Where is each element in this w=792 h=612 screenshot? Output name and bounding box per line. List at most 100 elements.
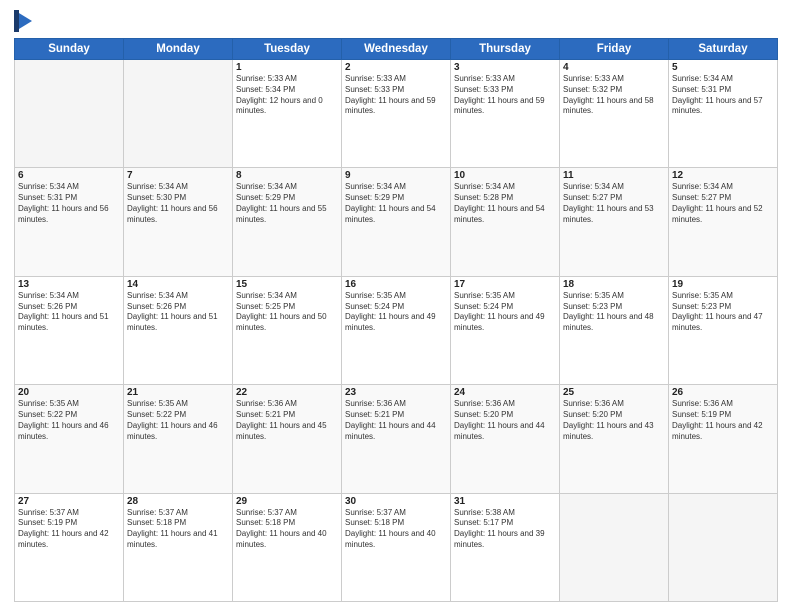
day-info: Sunrise: 5:37 AMSunset: 5:19 PMDaylight:… [18, 508, 120, 551]
week-row-1: 1Sunrise: 5:33 AMSunset: 5:34 PMDaylight… [15, 60, 778, 168]
day-number: 28 [127, 496, 229, 507]
day-number: 16 [345, 279, 447, 290]
calendar-table: SundayMondayTuesdayWednesdayThursdayFrid… [14, 38, 778, 602]
day-cell: 4Sunrise: 5:33 AMSunset: 5:32 PMDaylight… [560, 60, 669, 168]
day-number: 4 [563, 62, 665, 73]
day-number: 10 [454, 170, 556, 181]
day-info: Sunrise: 5:35 AMSunset: 5:22 PMDaylight:… [18, 399, 120, 442]
day-cell: 1Sunrise: 5:33 AMSunset: 5:34 PMDaylight… [233, 60, 342, 168]
day-cell: 23Sunrise: 5:36 AMSunset: 5:21 PMDayligh… [342, 385, 451, 493]
day-number: 27 [18, 496, 120, 507]
day-cell: 26Sunrise: 5:36 AMSunset: 5:19 PMDayligh… [669, 385, 778, 493]
day-cell: 14Sunrise: 5:34 AMSunset: 5:26 PMDayligh… [124, 276, 233, 384]
day-info: Sunrise: 5:34 AMSunset: 5:29 PMDaylight:… [345, 182, 447, 225]
day-cell [560, 493, 669, 601]
day-number: 6 [18, 170, 120, 181]
day-cell: 27Sunrise: 5:37 AMSunset: 5:19 PMDayligh… [15, 493, 124, 601]
calendar-header-row: SundayMondayTuesdayWednesdayThursdayFrid… [15, 39, 778, 60]
day-info: Sunrise: 5:34 AMSunset: 5:31 PMDaylight:… [18, 182, 120, 225]
day-number: 3 [454, 62, 556, 73]
day-info: Sunrise: 5:36 AMSunset: 5:20 PMDaylight:… [454, 399, 556, 442]
day-number: 20 [18, 387, 120, 398]
day-number: 18 [563, 279, 665, 290]
day-info: Sunrise: 5:34 AMSunset: 5:28 PMDaylight:… [454, 182, 556, 225]
day-info: Sunrise: 5:36 AMSunset: 5:20 PMDaylight:… [563, 399, 665, 442]
day-number: 11 [563, 170, 665, 181]
day-cell: 28Sunrise: 5:37 AMSunset: 5:18 PMDayligh… [124, 493, 233, 601]
page: SundayMondayTuesdayWednesdayThursdayFrid… [0, 0, 792, 612]
day-info: Sunrise: 5:33 AMSunset: 5:32 PMDaylight:… [563, 74, 665, 117]
day-cell: 31Sunrise: 5:38 AMSunset: 5:17 PMDayligh… [451, 493, 560, 601]
day-cell: 15Sunrise: 5:34 AMSunset: 5:25 PMDayligh… [233, 276, 342, 384]
day-info: Sunrise: 5:34 AMSunset: 5:27 PMDaylight:… [563, 182, 665, 225]
logo [14, 10, 37, 32]
day-info: Sunrise: 5:34 AMSunset: 5:27 PMDaylight:… [672, 182, 774, 225]
logo-icon [14, 10, 32, 32]
day-info: Sunrise: 5:36 AMSunset: 5:21 PMDaylight:… [345, 399, 447, 442]
day-info: Sunrise: 5:34 AMSunset: 5:30 PMDaylight:… [127, 182, 229, 225]
day-info: Sunrise: 5:34 AMSunset: 5:29 PMDaylight:… [236, 182, 338, 225]
day-cell [124, 60, 233, 168]
day-number: 14 [127, 279, 229, 290]
day-cell [15, 60, 124, 168]
day-info: Sunrise: 5:37 AMSunset: 5:18 PMDaylight:… [127, 508, 229, 551]
day-number: 19 [672, 279, 774, 290]
day-number: 22 [236, 387, 338, 398]
day-cell: 7Sunrise: 5:34 AMSunset: 5:30 PMDaylight… [124, 168, 233, 276]
day-cell: 8Sunrise: 5:34 AMSunset: 5:29 PMDaylight… [233, 168, 342, 276]
day-cell: 30Sunrise: 5:37 AMSunset: 5:18 PMDayligh… [342, 493, 451, 601]
day-number: 31 [454, 496, 556, 507]
day-cell: 29Sunrise: 5:37 AMSunset: 5:18 PMDayligh… [233, 493, 342, 601]
day-cell: 16Sunrise: 5:35 AMSunset: 5:24 PMDayligh… [342, 276, 451, 384]
day-info: Sunrise: 5:33 AMSunset: 5:33 PMDaylight:… [454, 74, 556, 117]
col-header-thursday: Thursday [451, 39, 560, 60]
day-number: 17 [454, 279, 556, 290]
day-info: Sunrise: 5:37 AMSunset: 5:18 PMDaylight:… [345, 508, 447, 551]
day-info: Sunrise: 5:37 AMSunset: 5:18 PMDaylight:… [236, 508, 338, 551]
day-cell: 9Sunrise: 5:34 AMSunset: 5:29 PMDaylight… [342, 168, 451, 276]
week-row-2: 6Sunrise: 5:34 AMSunset: 5:31 PMDaylight… [15, 168, 778, 276]
day-number: 15 [236, 279, 338, 290]
day-cell: 17Sunrise: 5:35 AMSunset: 5:24 PMDayligh… [451, 276, 560, 384]
col-header-saturday: Saturday [669, 39, 778, 60]
day-cell: 11Sunrise: 5:34 AMSunset: 5:27 PMDayligh… [560, 168, 669, 276]
day-cell: 12Sunrise: 5:34 AMSunset: 5:27 PMDayligh… [669, 168, 778, 276]
day-cell: 19Sunrise: 5:35 AMSunset: 5:23 PMDayligh… [669, 276, 778, 384]
day-info: Sunrise: 5:36 AMSunset: 5:19 PMDaylight:… [672, 399, 774, 442]
day-number: 23 [345, 387, 447, 398]
day-info: Sunrise: 5:33 AMSunset: 5:34 PMDaylight:… [236, 74, 338, 117]
day-info: Sunrise: 5:35 AMSunset: 5:22 PMDaylight:… [127, 399, 229, 442]
day-number: 26 [672, 387, 774, 398]
day-cell: 22Sunrise: 5:36 AMSunset: 5:21 PMDayligh… [233, 385, 342, 493]
col-header-monday: Monday [124, 39, 233, 60]
day-number: 25 [563, 387, 665, 398]
week-row-4: 20Sunrise: 5:35 AMSunset: 5:22 PMDayligh… [15, 385, 778, 493]
day-info: Sunrise: 5:36 AMSunset: 5:21 PMDaylight:… [236, 399, 338, 442]
day-cell: 18Sunrise: 5:35 AMSunset: 5:23 PMDayligh… [560, 276, 669, 384]
day-cell: 10Sunrise: 5:34 AMSunset: 5:28 PMDayligh… [451, 168, 560, 276]
day-number: 7 [127, 170, 229, 181]
day-info: Sunrise: 5:34 AMSunset: 5:26 PMDaylight:… [18, 291, 120, 334]
col-header-tuesday: Tuesday [233, 39, 342, 60]
day-number: 1 [236, 62, 338, 73]
day-number: 12 [672, 170, 774, 181]
col-header-wednesday: Wednesday [342, 39, 451, 60]
day-cell: 21Sunrise: 5:35 AMSunset: 5:22 PMDayligh… [124, 385, 233, 493]
day-cell: 6Sunrise: 5:34 AMSunset: 5:31 PMDaylight… [15, 168, 124, 276]
day-info: Sunrise: 5:35 AMSunset: 5:24 PMDaylight:… [345, 291, 447, 334]
col-header-sunday: Sunday [15, 39, 124, 60]
header [14, 10, 778, 32]
day-number: 29 [236, 496, 338, 507]
week-row-3: 13Sunrise: 5:34 AMSunset: 5:26 PMDayligh… [15, 276, 778, 384]
day-cell: 25Sunrise: 5:36 AMSunset: 5:20 PMDayligh… [560, 385, 669, 493]
day-info: Sunrise: 5:35 AMSunset: 5:23 PMDaylight:… [563, 291, 665, 334]
day-cell: 20Sunrise: 5:35 AMSunset: 5:22 PMDayligh… [15, 385, 124, 493]
day-number: 5 [672, 62, 774, 73]
day-cell: 24Sunrise: 5:36 AMSunset: 5:20 PMDayligh… [451, 385, 560, 493]
day-cell: 3Sunrise: 5:33 AMSunset: 5:33 PMDaylight… [451, 60, 560, 168]
day-info: Sunrise: 5:35 AMSunset: 5:24 PMDaylight:… [454, 291, 556, 334]
day-info: Sunrise: 5:38 AMSunset: 5:17 PMDaylight:… [454, 508, 556, 551]
day-cell [669, 493, 778, 601]
day-info: Sunrise: 5:33 AMSunset: 5:33 PMDaylight:… [345, 74, 447, 117]
day-cell: 2Sunrise: 5:33 AMSunset: 5:33 PMDaylight… [342, 60, 451, 168]
